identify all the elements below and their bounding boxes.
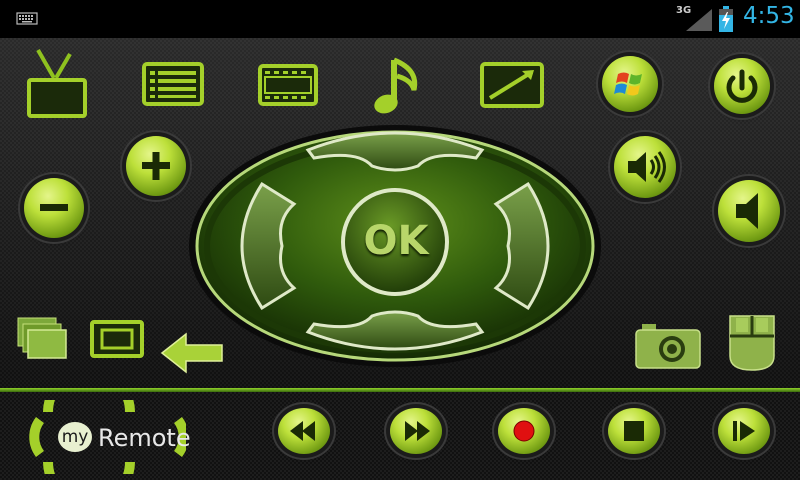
guide-list-icon[interactable] xyxy=(140,60,206,108)
minus-icon xyxy=(40,204,68,211)
fast-forward-icon xyxy=(405,421,430,441)
volume-up-icon xyxy=(628,151,666,183)
ok-button[interactable]: OK xyxy=(344,188,448,292)
movie-film-icon[interactable] xyxy=(256,62,320,108)
rewind-icon xyxy=(290,421,315,441)
minus-button[interactable] xyxy=(24,178,84,238)
skip-icon xyxy=(733,421,755,441)
photos-stack-icon[interactable] xyxy=(14,314,70,362)
mouse-icon[interactable] xyxy=(724,310,780,374)
speaker-icon xyxy=(736,193,758,229)
plus-icon xyxy=(142,152,170,180)
power-button[interactable] xyxy=(714,58,770,114)
volume-up-button[interactable] xyxy=(614,136,676,198)
status-bar: 3G 4:53 xyxy=(0,0,800,38)
keyboard-icon xyxy=(16,12,38,25)
record-icon xyxy=(513,420,535,442)
power-icon xyxy=(726,69,758,103)
signal-icon xyxy=(686,9,712,31)
back-arrow-icon[interactable] xyxy=(160,330,224,376)
network-indicator: 3G xyxy=(676,5,712,31)
rewind-button[interactable] xyxy=(278,408,330,454)
ok-label: OK xyxy=(363,218,429,264)
stop-button[interactable] xyxy=(608,408,660,454)
up-button[interactable] xyxy=(306,130,478,172)
volume-down-button[interactable] xyxy=(718,180,780,242)
windows-start-button[interactable] xyxy=(602,56,658,112)
fast-forward-button[interactable] xyxy=(390,408,442,454)
music-note-icon[interactable] xyxy=(372,52,430,120)
plus-button[interactable] xyxy=(126,136,186,196)
left-button[interactable] xyxy=(220,180,298,308)
myremote-logo: my Remote xyxy=(18,400,191,474)
logo-my: my xyxy=(58,422,92,452)
battery-charging-icon xyxy=(719,6,733,32)
windows-start-icon xyxy=(614,72,642,96)
stop-icon xyxy=(624,421,644,441)
right-button[interactable] xyxy=(492,180,570,308)
record-button[interactable] xyxy=(498,408,550,454)
skip-button[interactable] xyxy=(718,408,770,454)
camera-icon[interactable] xyxy=(634,318,702,372)
logo-text: Remote xyxy=(98,424,191,452)
clock: 4:53 xyxy=(743,3,795,29)
fullscreen-icon[interactable] xyxy=(478,60,546,110)
down-button[interactable] xyxy=(306,318,478,360)
aspect-ratio-icon[interactable] xyxy=(88,318,146,360)
tv-icon[interactable] xyxy=(24,46,90,122)
